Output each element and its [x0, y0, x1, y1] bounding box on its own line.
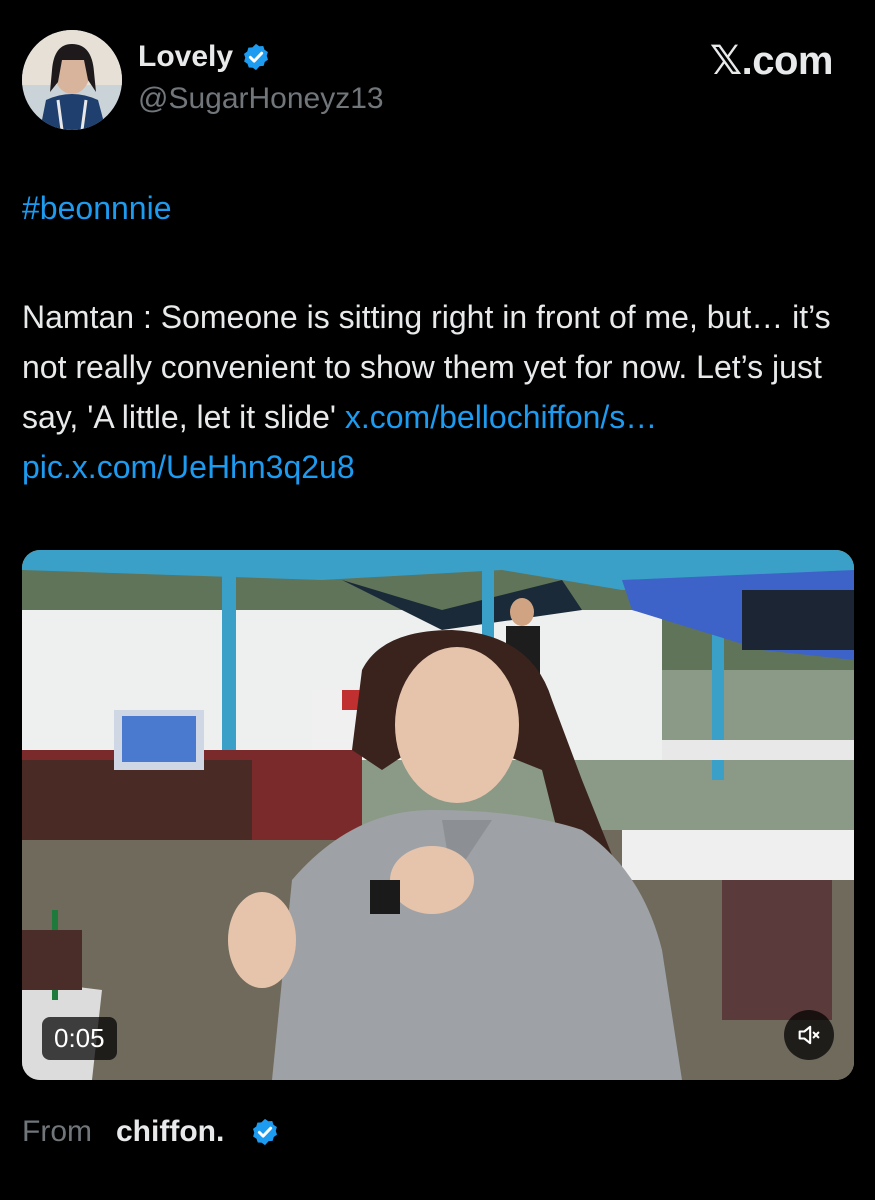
display-name-text: Lovely [138, 40, 234, 73]
video-player[interactable]: 0:05 [22, 550, 854, 1080]
hashtag-link[interactable]: #beonnnie [22, 190, 171, 227]
video-duration-badge: 0:05 [42, 1017, 117, 1060]
author-handle[interactable]: @SugarHoneyz13 [138, 82, 384, 116]
source-account-name: chiffon. [116, 1115, 225, 1148]
tweet-link-pic[interactable]: pic.x.com/UeHhn3q2u8 [22, 449, 355, 485]
author-display-name[interactable]: Lovely [138, 40, 271, 74]
tweet-link-url[interactable]: x.com/bellochiffon/s… [345, 399, 657, 435]
speaker-muted-icon [798, 1025, 820, 1045]
mute-toggle-button[interactable] [784, 1010, 834, 1060]
video-thumbnail [22, 550, 854, 1080]
verified-badge-icon [244, 43, 269, 71]
x-logo: 𝕏.com [709, 39, 834, 83]
tweet-body: Namtan : Someone is sitting right in fro… [22, 292, 852, 492]
video-source-attribution[interactable]: From chiffon. [22, 1115, 280, 1149]
from-label: From [22, 1115, 92, 1148]
avatar-image [22, 30, 122, 130]
author-avatar[interactable] [22, 30, 122, 130]
verified-badge-icon [253, 1118, 278, 1146]
